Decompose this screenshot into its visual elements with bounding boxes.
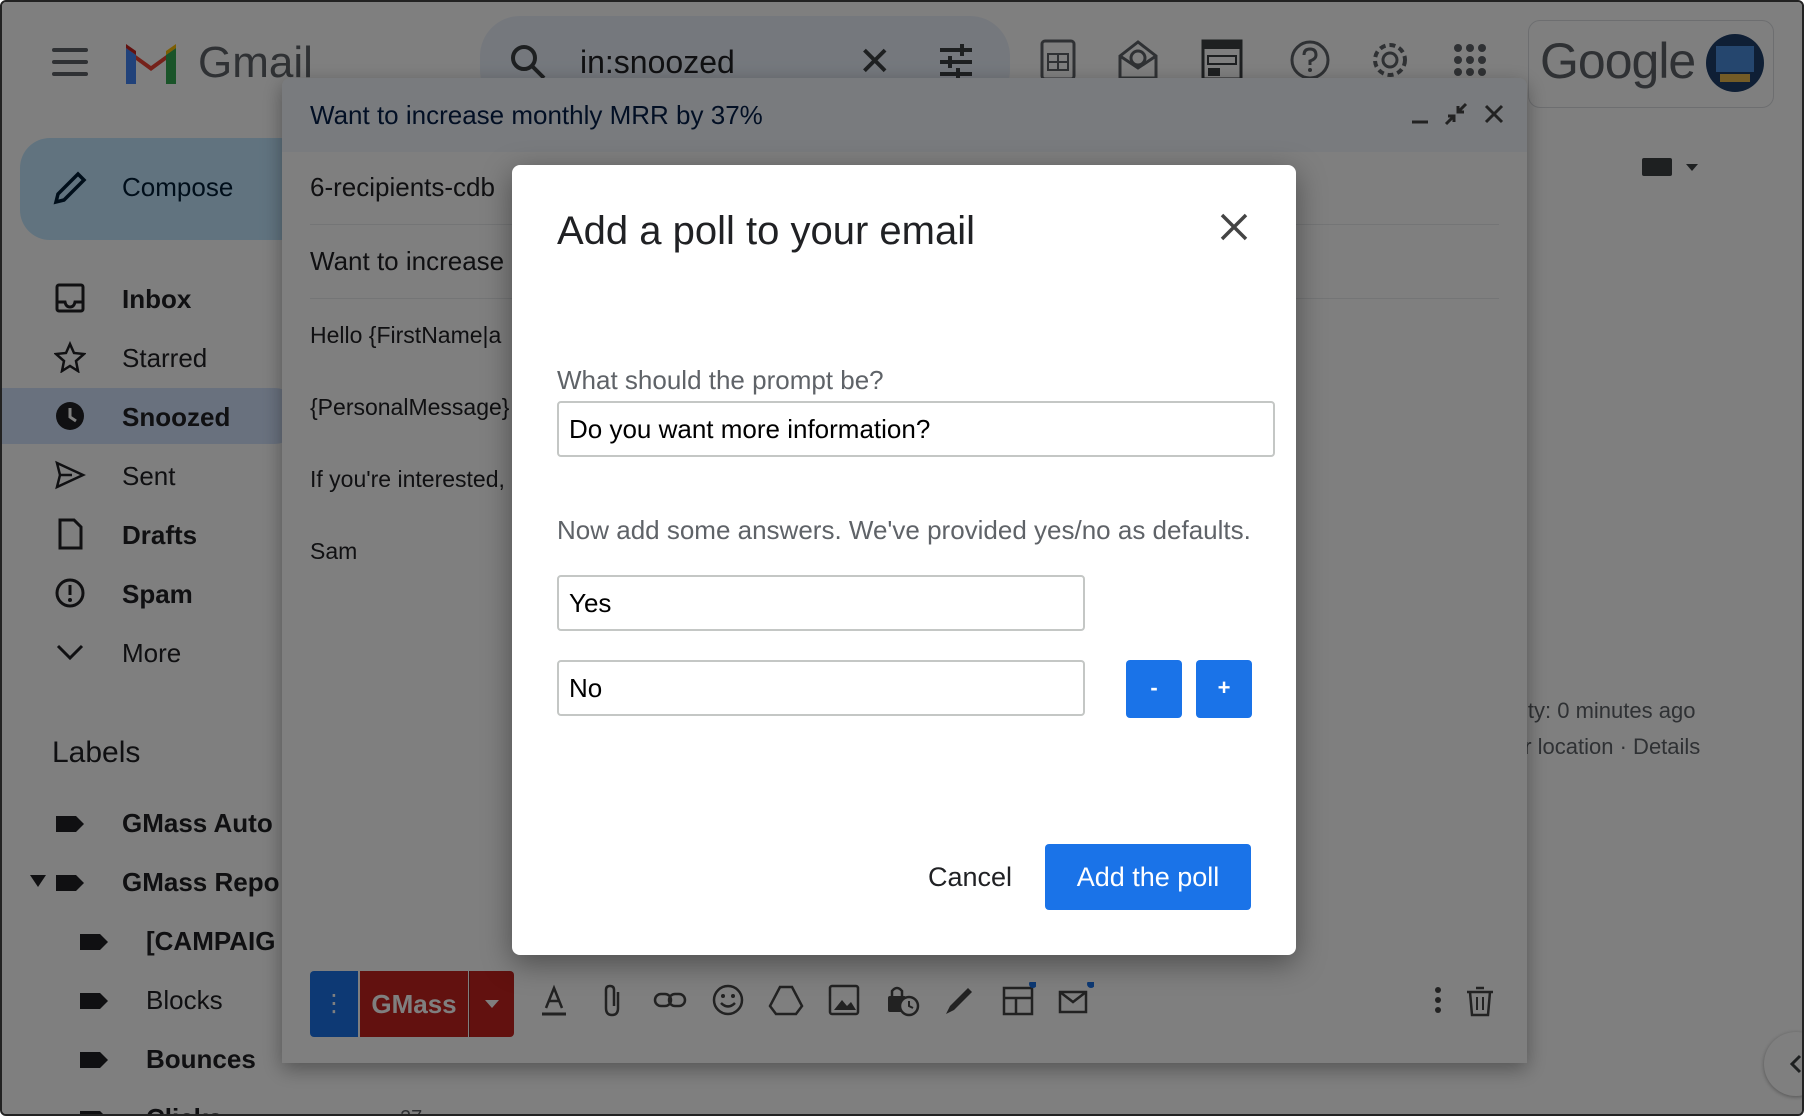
add-poll-button[interactable]: Add the poll — [1045, 844, 1251, 910]
prompt-input[interactable] — [557, 401, 1275, 457]
screen-frame: Gmail in:snoozed ✕ — [0, 0, 1804, 1116]
answers-label: Now add some answers. We've provided yes… — [557, 515, 1251, 545]
add-poll-dialog: Add a poll to your email What should the… — [512, 165, 1296, 955]
answer-2-input[interactable] — [557, 660, 1085, 716]
remove-answer-button[interactable]: - — [1126, 660, 1182, 718]
dialog-title: Add a poll to your email — [557, 209, 976, 253]
answer-1-input[interactable] — [557, 575, 1085, 631]
add-answer-button[interactable]: + — [1196, 660, 1252, 718]
prompt-label: What should the prompt be? — [557, 365, 884, 395]
cancel-button[interactable]: Cancel — [900, 845, 1040, 909]
close-icon[interactable] — [1212, 205, 1256, 249]
